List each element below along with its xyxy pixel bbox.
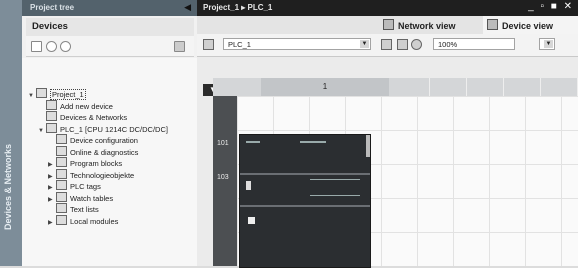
tree-item[interactable]: Device configuration xyxy=(48,134,138,145)
folder-icon xyxy=(56,214,67,225)
circle-icon[interactable] xyxy=(46,41,57,52)
expand-toggle-icon[interactable]: ▼ xyxy=(38,126,46,137)
collapse-arrow-icon[interactable]: ◀ xyxy=(184,2,191,13)
grid-view-icon[interactable] xyxy=(31,41,42,52)
save-icon[interactable] xyxy=(381,39,392,50)
slot-number: 1 xyxy=(322,82,328,91)
tree-item[interactable]: ▼ PLC_1 [CPU 1214C DC/DC/DC] xyxy=(38,122,168,137)
device-view-icon xyxy=(487,19,498,30)
tree-item-label: Device configuration xyxy=(70,136,138,145)
project-icon xyxy=(36,88,47,98)
chevron-down-icon: ▼ xyxy=(360,40,369,48)
device-select-value: PLC_1 xyxy=(228,40,251,49)
editor-title-bar: Project_1 ▸ PLC_1 _ ▫ ■ ✕ xyxy=(197,0,578,16)
network-view-label: Network view xyxy=(398,21,456,31)
tree-item-label: PLC_1 [CPU 1214C DC/DC/DC] xyxy=(60,124,168,134)
tree-item[interactable]: Add new device xyxy=(38,99,113,111)
network-view-icon xyxy=(383,19,394,30)
device-view-label: Device view xyxy=(502,21,554,31)
project-tree-title: Project tree xyxy=(30,3,75,12)
network-view-button[interactable]: Network view xyxy=(383,19,456,31)
row-label: 101 xyxy=(217,140,229,147)
terminal-row xyxy=(310,179,360,180)
window-controls[interactable]: _ ▫ ■ ✕ xyxy=(528,1,574,12)
slot-header: 1 xyxy=(261,78,389,96)
tree-item[interactable]: Devices & Networks xyxy=(38,111,127,122)
row-label: 103 xyxy=(217,174,229,181)
slot-columns xyxy=(393,78,578,96)
tree-item[interactable]: ▶ PLC tags xyxy=(48,180,101,191)
circle-icon[interactable] xyxy=(60,41,71,52)
expand-toggle-icon[interactable]: ▶ xyxy=(48,218,56,229)
plc-module-edge xyxy=(366,135,370,157)
tab-devices-label: Devices xyxy=(32,21,68,32)
folder-icon xyxy=(56,191,67,202)
port-icon xyxy=(246,181,251,190)
plc-icon xyxy=(46,122,57,133)
tree-item-label: Devices & Networks xyxy=(60,113,128,122)
expand-toggle-icon[interactable]: ▼ xyxy=(28,91,36,102)
tree-item-label: Project_1 xyxy=(50,89,86,100)
device-select[interactable]: PLC_1 ▼ xyxy=(223,38,371,50)
tree-item-label: Local modules xyxy=(70,216,119,226)
device-toolbar: PLC_1 ▼ 100% ▼ xyxy=(197,34,578,57)
tree-item-label: Add new device xyxy=(60,101,113,111)
hand-icon[interactable] xyxy=(397,39,408,50)
vertical-task-strip[interactable]: Devices & Networks xyxy=(0,0,22,266)
tree-item[interactable]: Online & diagnostics xyxy=(48,145,139,157)
zoom-icon[interactable] xyxy=(411,39,422,50)
diagnostics-icon xyxy=(56,145,67,156)
sync-icon[interactable] xyxy=(174,41,185,52)
slot-ruler: 1 xyxy=(213,78,578,96)
device-config-icon xyxy=(56,134,67,144)
devices-networks-strip-label: Devices & Networks xyxy=(3,143,13,230)
tree-item-label: Technologieobjekte xyxy=(70,170,135,180)
text-list-icon xyxy=(56,203,67,213)
terminal-row xyxy=(310,195,360,196)
tree-item-label: Online & diagnostics xyxy=(70,147,139,157)
tree-item[interactable]: ▶ Watch tables xyxy=(48,191,114,203)
zoom-value: 100% xyxy=(438,40,458,49)
tree-item[interactable]: ▼ Project_1 xyxy=(28,88,86,102)
tab-devices[interactable]: Devices xyxy=(26,18,194,37)
folder-icon xyxy=(56,168,67,179)
tree-item[interactable]: Text lists xyxy=(48,203,99,214)
chevron-down-icon: ▼ xyxy=(544,40,553,48)
plc-module[interactable] xyxy=(239,134,371,268)
connector-icon xyxy=(248,217,255,224)
device-view-button[interactable]: Device view xyxy=(487,19,553,31)
tree-item[interactable]: ▶ Local modules xyxy=(48,214,119,229)
zoom-select[interactable]: 100% xyxy=(433,38,515,50)
device-icon[interactable] xyxy=(203,39,214,50)
tree-list: ▼ Project_1 Add new device Devices & Networ… xyxy=(22,58,197,266)
tree-item[interactable]: ▶ Program blocks xyxy=(48,157,122,168)
tree-toolbar xyxy=(26,36,194,57)
tree-item[interactable]: ▶ Technologieobjekte xyxy=(48,168,135,180)
folder-icon xyxy=(56,180,67,190)
project-tree-panel: Project tree ◀ Devices ▼ Project_1 Add new… xyxy=(22,0,197,266)
device-view-editor: Project_1 ▸ PLC_1 _ ▫ ■ ✕ Network view D… xyxy=(197,0,578,268)
editor-title: Project_1 ▸ PLC_1 xyxy=(203,3,273,12)
project-tree-header: Project tree ◀ xyxy=(22,0,197,16)
view-switcher: Network view Device view xyxy=(197,16,578,34)
row-number-column: 101 103 xyxy=(213,96,237,266)
zoom-dropdown[interactable]: ▼ xyxy=(539,38,555,50)
tree-item-label: PLC tags xyxy=(70,182,101,191)
folder-icon xyxy=(56,157,67,167)
io-strip xyxy=(240,173,370,175)
status-led xyxy=(246,141,260,143)
io-strip xyxy=(240,205,370,207)
tree-item-label: Program blocks xyxy=(70,159,123,168)
network-icon xyxy=(46,111,57,121)
tree-item-label: Watch tables xyxy=(70,193,114,203)
add-device-icon xyxy=(46,99,57,110)
tree-item-label: Text lists xyxy=(70,205,99,214)
status-led xyxy=(300,141,326,143)
